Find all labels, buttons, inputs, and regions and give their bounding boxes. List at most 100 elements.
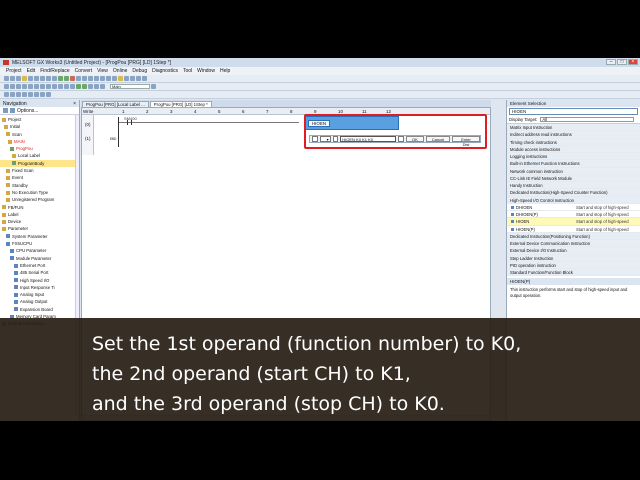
stop-icon[interactable]	[70, 76, 75, 81]
ladder-mode-icon[interactable]	[70, 84, 75, 89]
tree-item[interactable]: Ethernet Port	[0, 262, 79, 269]
read-from-plc-icon[interactable]	[64, 76, 69, 81]
monitor-stop-icon[interactable]	[82, 76, 87, 81]
tree-item[interactable]: Expansion Board	[0, 306, 79, 313]
menu-item[interactable]: Debug	[132, 68, 147, 74]
tree-item[interactable]: Standby	[0, 182, 79, 189]
menu-item[interactable]: Diagnostics	[152, 68, 178, 74]
instruction-category[interactable]: Indirect address read instructions	[507, 131, 640, 139]
maximize-icon[interactable]: □	[617, 59, 627, 65]
tree-item[interactable]: Scan	[0, 131, 79, 138]
tree-item[interactable]: CPU Parameter	[0, 247, 79, 254]
comment-icon[interactable]	[130, 76, 135, 81]
instruction-category[interactable]: Matrix Input Instruction	[507, 124, 640, 132]
tree-item[interactable]: No Execution Type	[0, 189, 79, 196]
delete-line-icon[interactable]	[52, 84, 57, 89]
close-icon[interactable]: ×	[628, 59, 638, 65]
delete-column-icon[interactable]	[28, 92, 33, 97]
horizontal-line-icon[interactable]	[28, 84, 33, 89]
minimize-icon[interactable]: –	[606, 59, 616, 65]
navigation-options-button[interactable]: Options...	[17, 108, 38, 114]
tree-item[interactable]: Initial	[0, 123, 79, 130]
falling-pulse-icon[interactable]	[46, 84, 51, 89]
rising-pulse-icon[interactable]	[40, 84, 45, 89]
print-icon[interactable]	[22, 76, 27, 81]
new-project-icon[interactable]	[4, 76, 9, 81]
insert-row-icon[interactable]	[10, 92, 15, 97]
instruction-item[interactable]: DHIOEN(P) Start and stop of high-speed	[507, 211, 640, 219]
instruction-category[interactable]: Logging instructions	[507, 153, 640, 161]
menu-item[interactable]: Project	[6, 68, 22, 74]
instruction-category[interactable]: CC-Link IE Field Network Module	[507, 174, 640, 182]
instruction-category[interactable]: Dedicated Instruction(High-Speed Counter…	[507, 189, 640, 197]
invert-icon[interactable]	[58, 84, 63, 89]
tree-item[interactable]: System Parameter	[0, 233, 79, 240]
open-project-icon[interactable]	[10, 76, 15, 81]
program-combo[interactable]: Main	[110, 84, 150, 89]
instruction-category[interactable]: External Device Communication Instructio…	[507, 240, 640, 248]
device-icon[interactable]	[88, 84, 93, 89]
zoom-icon[interactable]	[136, 76, 141, 81]
find-icon[interactable]	[106, 76, 111, 81]
vertical-line-icon[interactable]	[34, 84, 39, 89]
instruction-icon[interactable]	[22, 84, 27, 89]
menu-item[interactable]: Find/Replace	[40, 68, 69, 74]
insert-column-icon[interactable]	[22, 92, 27, 97]
statement-icon[interactable]	[100, 84, 105, 89]
menu-item[interactable]: Help	[220, 68, 230, 74]
menu-item[interactable]: Tool	[183, 68, 192, 74]
menu-item[interactable]: Edit	[27, 68, 36, 74]
tree-item[interactable]: Event	[0, 174, 79, 181]
tree-item[interactable]: Input Response Ti	[0, 284, 79, 291]
menu-item[interactable]: View	[97, 68, 108, 74]
instruction-category[interactable]: Module access instructions	[507, 145, 640, 153]
tree-item[interactable]: FX5UCPU	[0, 240, 79, 247]
display-icon[interactable]	[46, 92, 51, 97]
undo-icon[interactable]	[46, 76, 51, 81]
expand-all-icon[interactable]	[3, 108, 8, 113]
element-search-input[interactable]: HIOEN	[509, 108, 638, 115]
tree-item[interactable]: Fixed Scan	[0, 167, 79, 174]
tree-item[interactable]: Device	[0, 218, 79, 225]
tree-item[interactable]: ProgramBody	[0, 159, 79, 168]
instruction-category[interactable]: Handy Instruction	[507, 182, 640, 190]
tree-item[interactable]: Unregistered Program	[0, 196, 79, 203]
device-batch-icon[interactable]	[94, 76, 99, 81]
tree-item[interactable]: Analog Input	[0, 291, 79, 298]
convert-icon[interactable]	[118, 76, 123, 81]
label-icon[interactable]	[94, 84, 99, 89]
coil-icon[interactable]	[16, 84, 21, 89]
close-contact-icon[interactable]	[10, 84, 15, 89]
cut-icon[interactable]	[28, 76, 33, 81]
watch-icon[interactable]	[100, 76, 105, 81]
instruction-category[interactable]: PID operation instruction	[507, 261, 640, 269]
open-contact[interactable]	[127, 120, 132, 125]
copy-icon[interactable]	[34, 76, 39, 81]
menu-item[interactable]: Window	[197, 68, 215, 74]
convert-all-icon[interactable]	[124, 76, 129, 81]
instruction-category[interactable]: High-Speed I/O Control Instruction	[507, 196, 640, 204]
instruction-item[interactable]: HIOEN Start and stop of high-speed	[507, 218, 640, 226]
menu-item[interactable]: Online	[113, 68, 127, 74]
tree-item[interactable]: Analog Output	[0, 298, 79, 305]
edit-line-icon[interactable]	[4, 92, 9, 97]
instruction-item[interactable]: HIOEN(P) Start and stop of high-speed	[507, 225, 640, 233]
bookmark-icon[interactable]	[34, 92, 39, 97]
write-to-plc-icon[interactable]	[58, 76, 63, 81]
simulation-icon[interactable]	[88, 76, 93, 81]
paste-icon[interactable]	[40, 76, 45, 81]
instruction-category[interactable]: Standard Function/Function Block	[507, 269, 640, 277]
instruction-category[interactable]: External Device I/O Instruction	[507, 247, 640, 255]
display-target-select[interactable]: All	[540, 117, 634, 122]
menu-item[interactable]: Convert	[75, 68, 93, 74]
delete-row-icon[interactable]	[16, 92, 21, 97]
jump-icon[interactable]	[40, 92, 45, 97]
help-icon[interactable]	[142, 76, 147, 81]
tree-item[interactable]: 485 Serial Port	[0, 269, 79, 276]
redo-icon[interactable]	[52, 76, 57, 81]
tree-item[interactable]: Label	[0, 211, 79, 218]
tree-item[interactable]: Parameter	[0, 225, 79, 232]
monitor-icon[interactable]	[76, 76, 81, 81]
instruction-category[interactable]: Timing check instructions	[507, 138, 640, 146]
tree-item[interactable]: MAIN	[0, 138, 79, 145]
